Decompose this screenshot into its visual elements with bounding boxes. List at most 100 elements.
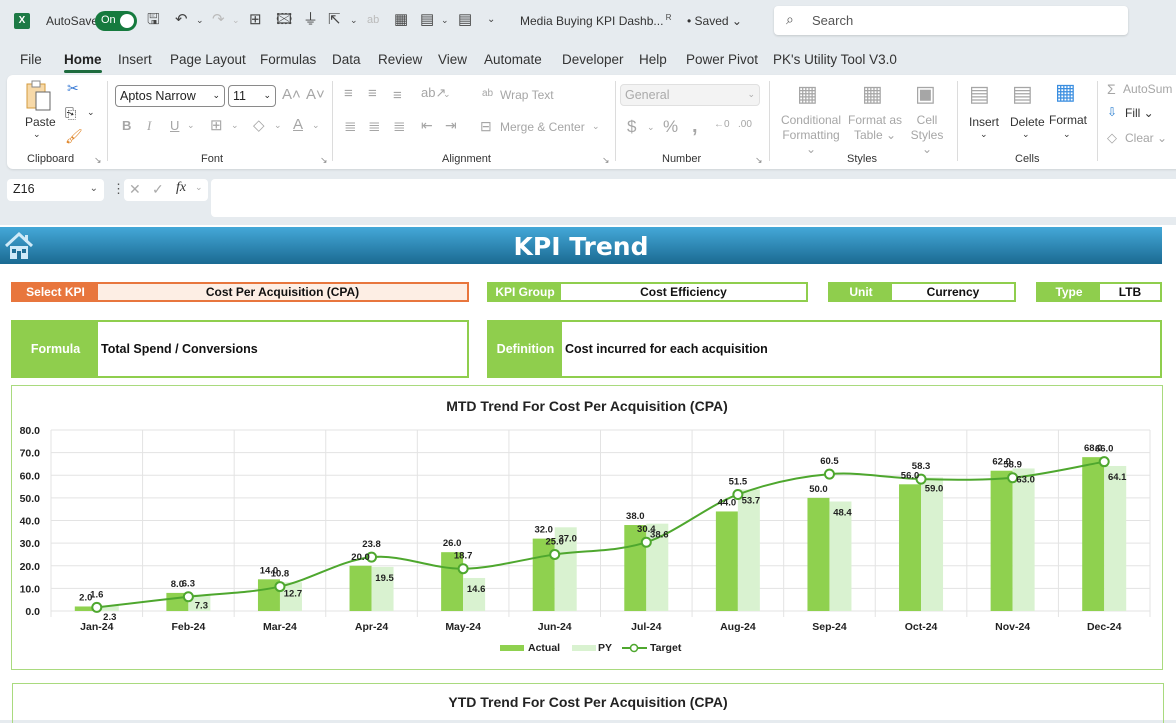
tab-help[interactable]: Help: [639, 52, 667, 67]
borders-button-icon[interactable]: ⊞: [210, 116, 223, 134]
increase-decimal-icon[interactable]: ←0: [714, 119, 730, 130]
merge-center-button[interactable]: Merge & Center: [500, 120, 585, 134]
select-kpi-value[interactable]: Cost Per Acquisition (CPA): [98, 284, 467, 300]
redo-icon[interactable]: ↷: [212, 11, 225, 29]
format-painter-icon[interactable]: 🖌: [65, 128, 83, 145]
format-dropdown-icon[interactable]: ⌄: [1063, 129, 1071, 140]
comma-style-icon[interactable]: ,: [692, 115, 698, 138]
number-launcher-icon[interactable]: ↘: [755, 155, 763, 166]
decrease-decimal-icon[interactable]: .00: [738, 119, 752, 130]
function-dropdown-icon[interactable]: ⌄: [195, 182, 203, 193]
format-as-table-button[interactable]: Format as: [847, 113, 903, 127]
calc-dropdown-icon[interactable]: ⌄: [441, 11, 449, 29]
increase-font-icon[interactable]: A˄: [282, 86, 301, 103]
save-icon[interactable]: 🖫: [147, 11, 160, 29]
share-dropdown-icon[interactable]: ⌄: [350, 11, 358, 29]
table-icon[interactable]: ▦: [394, 11, 408, 29]
tab-pk-utility[interactable]: PK's Utility Tool V3.0: [773, 52, 897, 67]
format-as-table-icon[interactable]: ▦: [862, 81, 883, 107]
select-kpi-field[interactable]: Select KPI Cost Per Acquisition (CPA): [11, 282, 469, 302]
cell-styles-button-line2[interactable]: Styles ⌄: [905, 128, 949, 156]
align-right-icon[interactable]: ≣: [393, 117, 406, 135]
fill-button[interactable]: Fill ⌄: [1125, 106, 1154, 120]
clear-button[interactable]: Clear ⌄: [1125, 131, 1167, 145]
formula-input[interactable]: [211, 179, 1176, 217]
share-icon[interactable]: ⇱: [328, 11, 341, 29]
insert-cells-icon[interactable]: ▤: [969, 81, 990, 107]
wrap-text-button[interactable]: Wrap Text: [500, 88, 554, 102]
paste-button[interactable]: Paste: [25, 115, 56, 129]
tab-view[interactable]: View: [438, 52, 467, 67]
tab-home[interactable]: Home: [64, 52, 102, 73]
format-cells-button[interactable]: Format: [1049, 113, 1087, 127]
tab-formulas[interactable]: Formulas: [260, 52, 316, 67]
cell-styles-button[interactable]: Cell: [907, 113, 947, 127]
search-input[interactable]: ⌕ Search: [774, 6, 1128, 35]
ytd-chart[interactable]: YTD Trend For Cost Per Acquisition (CPA): [12, 683, 1164, 723]
font-launcher-icon[interactable]: ↘: [320, 155, 328, 166]
orientation-dropdown-icon[interactable]: ⌄: [443, 89, 451, 100]
bold-icon[interactable]: B: [122, 118, 131, 133]
align-bottom-icon[interactable]: ≡: [393, 87, 402, 104]
cell-styles-icon[interactable]: ▣: [915, 81, 936, 107]
currency-dropdown-icon[interactable]: ⌄: [647, 122, 655, 133]
merge-center-icon[interactable]: ⊟: [480, 118, 492, 135]
spelling-icon[interactable]: ab: [367, 11, 379, 29]
number-format-select[interactable]: General ⌄: [620, 84, 760, 106]
filter-icon[interactable]: ⏚: [303, 11, 318, 29]
underline-dropdown-icon[interactable]: ⌄: [187, 120, 195, 131]
align-left-icon[interactable]: ≣: [344, 117, 357, 135]
undo-dropdown-icon[interactable]: ⌄: [196, 11, 204, 29]
merge-dropdown-icon[interactable]: ⌄: [592, 121, 600, 132]
decrease-font-icon[interactable]: A˅: [306, 86, 325, 103]
paste-dropdown-icon[interactable]: ⌄: [33, 129, 41, 140]
enter-icon[interactable]: ✓: [152, 181, 164, 198]
cancel-icon[interactable]: ✕: [129, 181, 141, 198]
cut-icon[interactable]: ✂: [67, 80, 79, 97]
tab-developer[interactable]: Developer: [562, 52, 624, 67]
undo-icon[interactable]: ↶: [175, 11, 188, 29]
tab-page-layout[interactable]: Page Layout: [170, 52, 246, 67]
tab-data[interactable]: Data: [332, 52, 361, 67]
fill-icon[interactable]: ⇩: [1107, 105, 1117, 119]
font-color-icon[interactable]: A: [293, 116, 303, 133]
clear-icon[interactable]: ◇: [1107, 130, 1117, 146]
conditional-formatting-button-line2[interactable]: Formatting ⌄: [777, 128, 845, 156]
fill-color-dropdown-icon[interactable]: ⌄: [274, 120, 282, 131]
format-as-table-button-line2[interactable]: Table ⌄: [847, 128, 903, 142]
align-top-icon[interactable]: ≡: [344, 85, 353, 102]
mtd-chart[interactable]: MTD Trend For Cost Per Acquisition (CPA)…: [11, 385, 1163, 670]
insert-dropdown-icon[interactable]: ⌄: [980, 129, 988, 140]
font-name-select[interactable]: Aptos Narrow ⌄: [115, 85, 225, 107]
percent-icon[interactable]: %: [663, 117, 678, 137]
borders-dropdown-icon[interactable]: ⌄: [231, 120, 239, 131]
font-color-dropdown-icon[interactable]: ⌄: [312, 120, 320, 131]
conditional-formatting-button[interactable]: Conditional: [780, 113, 842, 127]
redo-dropdown-icon[interactable]: ⌄: [232, 11, 240, 29]
alignment-launcher-icon[interactable]: ↘: [602, 155, 610, 166]
align-center-icon[interactable]: ≣: [368, 117, 381, 135]
tab-automate[interactable]: Automate: [484, 52, 542, 67]
copy-icon[interactable]: ⎘: [65, 105, 76, 122]
delete-cells-button[interactable]: Delete: [1010, 115, 1045, 129]
saved-status[interactable]: • Saved ⌄: [687, 14, 742, 28]
conditional-formatting-icon[interactable]: ▦: [797, 81, 818, 107]
copy-dropdown-icon[interactable]: ⌄: [87, 107, 95, 118]
tab-power-pivot[interactable]: Power Pivot: [686, 52, 758, 67]
insert-cells-button[interactable]: Insert: [969, 115, 999, 129]
insert-function-icon[interactable]: fx: [176, 180, 186, 196]
borders-icon[interactable]: ⊞: [249, 11, 262, 29]
tab-file[interactable]: File: [20, 52, 42, 67]
underline-icon[interactable]: U: [170, 118, 179, 133]
increase-indent-icon[interactable]: ⇥: [445, 117, 457, 134]
autosave-toggle[interactable]: On: [95, 11, 137, 31]
delete-dropdown-icon[interactable]: ⌄: [1022, 129, 1030, 140]
clipboard-launcher-icon[interactable]: ↘: [94, 155, 102, 166]
wrap-text-icon[interactable]: ab: [482, 88, 493, 99]
currency-icon[interactable]: $: [627, 117, 636, 137]
tab-insert[interactable]: Insert: [118, 52, 152, 67]
font-size-select[interactable]: 11 ⌄: [228, 85, 276, 107]
document-title[interactable]: Media Buying KPI Dashb...: [520, 14, 663, 28]
autosum-button[interactable]: AutoSum: [1123, 82, 1172, 96]
fill-color-icon[interactable]: ◇: [253, 116, 265, 134]
